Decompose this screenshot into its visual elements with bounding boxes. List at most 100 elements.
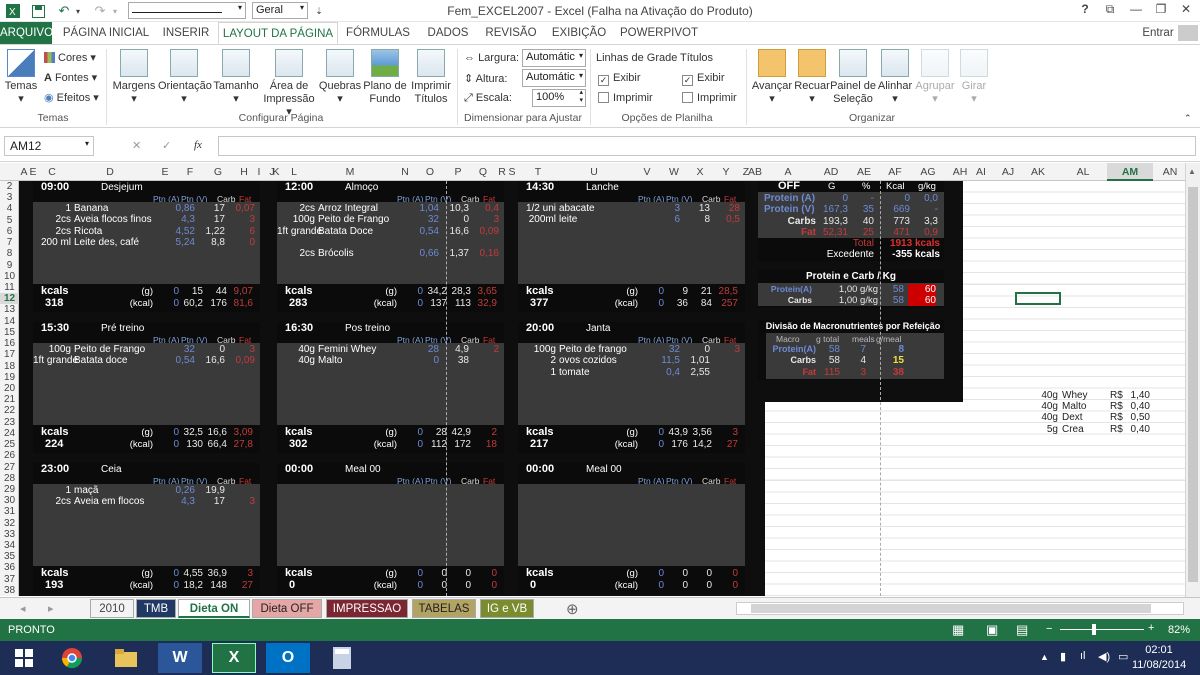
selected-cell-am12[interactable]	[1015, 292, 1061, 305]
help-button[interactable]: ?	[1073, 2, 1097, 20]
column-header[interactable]: AE	[852, 163, 876, 181]
row-header[interactable]: 19	[0, 372, 19, 383]
column-header[interactable]: E	[153, 163, 177, 181]
imprimir-titulos-button[interactable]: Imprimir Títulos	[408, 49, 454, 106]
clock-date[interactable]: 11/08/2014	[1132, 659, 1186, 671]
battery-icon[interactable]: ▭	[1118, 650, 1128, 663]
row-header[interactable]: 18	[0, 361, 19, 372]
column-header[interactable]: C	[40, 163, 64, 181]
scroll-up-icon[interactable]: ▲	[1188, 167, 1196, 176]
ribbon-display-icon[interactable]: ⧉	[1098, 2, 1122, 20]
tamanho-button[interactable]: Tamanho ▾	[212, 49, 260, 106]
tab-exibicao[interactable]: EXIBIÇÃO	[546, 22, 612, 44]
hscroll-thumb[interactable]	[751, 604, 1151, 613]
page-layout-view-icon[interactable]: ▣	[986, 622, 998, 638]
windows-start-icon[interactable]	[2, 643, 46, 673]
cores-button[interactable]: Cores ▾	[44, 51, 96, 64]
tab-formulas[interactable]: FÓRMULAS	[342, 22, 414, 44]
row-header[interactable]: 11	[0, 282, 19, 293]
sheet-tab-ig-vb[interactable]: IG e VB	[480, 599, 534, 618]
close-button[interactable]: ✕	[1174, 2, 1198, 20]
row-header[interactable]: 7	[0, 237, 19, 248]
row-header[interactable]: 23	[0, 417, 19, 428]
area-impressao-button[interactable]: Área de Impressão ▾	[262, 49, 316, 119]
avancar-button[interactable]: Avançar ▾	[750, 49, 794, 106]
undo-icon[interactable]: ↶	[56, 3, 72, 19]
orientacao-button[interactable]: Orientação ▾	[158, 49, 212, 106]
column-header[interactable]: AG	[916, 163, 940, 181]
row-header[interactable]: 15	[0, 327, 19, 338]
column-header[interactable]: AI	[969, 163, 993, 181]
sheet-tab-2010[interactable]: 2010	[90, 599, 134, 618]
row-header[interactable]: 36	[0, 562, 19, 573]
volume-icon[interactable]: ◀)	[1098, 650, 1110, 663]
column-header[interactable]: A	[776, 163, 800, 181]
escala-stepper[interactable]: 100% ▴ ▾	[532, 89, 586, 107]
column-header[interactable]: P	[446, 163, 470, 181]
row-header[interactable]: 35	[0, 551, 19, 562]
add-sheet-icon[interactable]: ⊕	[566, 600, 579, 618]
number-format-box[interactable]: Geral ▾	[252, 2, 308, 19]
user-avatar-icon[interactable]	[1178, 25, 1198, 41]
zoom-out-icon[interactable]: −	[1046, 623, 1052, 635]
row-header[interactable]: 21	[0, 394, 19, 405]
girar-button[interactable]: Girar ▾	[956, 49, 992, 106]
zoom-level[interactable]: 82%	[1168, 624, 1190, 636]
calculator-icon[interactable]	[320, 643, 364, 673]
agrupar-button[interactable]: Agrupar ▾	[914, 49, 956, 106]
row-header[interactable]: 8	[0, 248, 19, 259]
column-header[interactable]: AN	[1158, 163, 1182, 181]
painel-selecao-button[interactable]: Painel de Seleção	[830, 49, 876, 106]
tab-pagina-inicial[interactable]: PÁGINA INICIAL	[56, 22, 156, 44]
column-header[interactable]: O	[418, 163, 442, 181]
column-header[interactable]: AD	[819, 163, 843, 181]
next-sheet-icon[interactable]: ▸	[48, 602, 54, 615]
linhas-exibir-checkbox[interactable]: ✓ Exibir	[598, 72, 641, 86]
largura-select[interactable]: Automátic ▾	[522, 49, 586, 67]
row-header[interactable]: 5	[0, 215, 19, 226]
row-header[interactable]: 37	[0, 574, 19, 585]
row-header[interactable]: 22	[0, 405, 19, 416]
tab-revisao[interactable]: REVISÃO	[480, 22, 542, 44]
excel-taskbar-icon[interactable]: X	[212, 643, 256, 673]
column-header[interactable]: X	[688, 163, 712, 181]
row-header[interactable]: 17	[0, 349, 19, 360]
row-header[interactable]: 24	[0, 428, 19, 439]
sheet-tab-tabelas[interactable]: TABELAS	[412, 599, 476, 618]
efeitos-button[interactable]: ◉ Efeitos ▾	[44, 91, 99, 104]
normal-view-icon[interactable]: ▦	[952, 622, 964, 638]
column-header[interactable]: AL	[1071, 163, 1095, 181]
row-header[interactable]: 29	[0, 484, 19, 495]
formula-input[interactable]	[218, 136, 1196, 156]
plano-fundo-button[interactable]: Plano de Fundo	[362, 49, 408, 106]
horizontal-scrollbar[interactable]	[736, 602, 1184, 615]
minimize-button[interactable]: —	[1124, 2, 1148, 20]
row-header[interactable]: 31	[0, 506, 19, 517]
sheet-tab-dieta-off[interactable]: Dieta OFF	[252, 599, 322, 618]
quebras-button[interactable]: Quebras ▾	[318, 49, 362, 106]
titulos-imprimir-checkbox[interactable]: Imprimir	[682, 92, 737, 104]
column-header[interactable]: G	[206, 163, 230, 181]
row-header[interactable]: 38	[0, 585, 19, 596]
column-header[interactable]: D	[98, 163, 122, 181]
signin-link[interactable]: Entrar	[1138, 22, 1178, 44]
row-header[interactable]: 25	[0, 439, 19, 450]
row-header[interactable]: 4	[0, 203, 19, 214]
column-header[interactable]: U	[582, 163, 606, 181]
row-header[interactable]: 6	[0, 226, 19, 237]
sheet-tab-tmb[interactable]: TMB	[136, 599, 176, 618]
collapse-ribbon-icon[interactable]: ⌃	[1184, 113, 1192, 124]
recuar-button[interactable]: Recuar ▾	[794, 49, 830, 106]
tray-chevron-icon[interactable]: ▲	[1040, 652, 1049, 662]
row-header[interactable]: 12	[0, 293, 19, 305]
column-header[interactable]: W	[662, 163, 686, 181]
row-header[interactable]: 9	[0, 260, 19, 271]
column-header[interactable]: N	[393, 163, 417, 181]
zoom-handle[interactable]	[1092, 624, 1096, 635]
titulos-exibir-checkbox[interactable]: ✓ Exibir	[682, 72, 725, 86]
row-header[interactable]: 34	[0, 540, 19, 551]
column-header[interactable]: AB	[743, 163, 767, 181]
tab-dados[interactable]: DADOS	[420, 22, 476, 44]
altura-select[interactable]: Automátic ▾	[522, 69, 586, 87]
column-header[interactable]: AJ	[996, 163, 1020, 181]
